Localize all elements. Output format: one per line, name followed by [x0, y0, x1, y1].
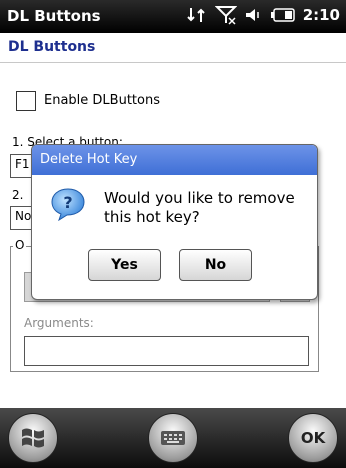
yes-button[interactable]: Yes	[88, 249, 161, 281]
start-button[interactable]	[8, 413, 58, 463]
keyboard-button[interactable]	[148, 413, 198, 463]
button-select-value: F1	[15, 157, 30, 171]
page-title: DL Buttons	[8, 39, 96, 55]
question-icon: ?	[51, 188, 85, 221]
action-select-value: No	[15, 209, 32, 223]
windows-flag-icon	[22, 428, 44, 448]
arguments-input[interactable]	[24, 336, 309, 366]
connectivity-icon[interactable]	[186, 6, 207, 24]
keyboard-icon	[161, 431, 185, 445]
ok-button[interactable]: OK	[288, 413, 338, 463]
dialog-message: Would you like to remove this hot key?	[104, 189, 295, 226]
volume-icon[interactable]	[245, 6, 263, 24]
signal-icon[interactable]	[214, 5, 237, 25]
status-icons: 2:10	[186, 5, 340, 25]
bottom-bar: OK	[0, 408, 346, 468]
enable-dlbuttons-label[interactable]: Enable DLButtons	[44, 93, 160, 108]
options-group-label: O	[13, 238, 27, 252]
enable-dlbuttons-checkbox[interactable]	[16, 91, 36, 111]
delete-hot-key-dialog: Delete Hot Key ? Would you like to remov…	[31, 144, 318, 300]
app-header: DL Buttons	[0, 33, 346, 63]
clock[interactable]: 2:10	[303, 6, 340, 24]
action-label: 2.	[12, 188, 24, 202]
dialog-title: Delete Hot Key	[32, 145, 317, 175]
battery-icon[interactable]	[270, 8, 295, 22]
status-bar: DL Buttons 2:10	[0, 0, 346, 33]
arguments-label: Arguments:	[24, 316, 94, 330]
no-button[interactable]: No	[179, 249, 252, 281]
status-title: DL Buttons	[7, 7, 101, 25]
svg-text:?: ?	[63, 193, 72, 212]
